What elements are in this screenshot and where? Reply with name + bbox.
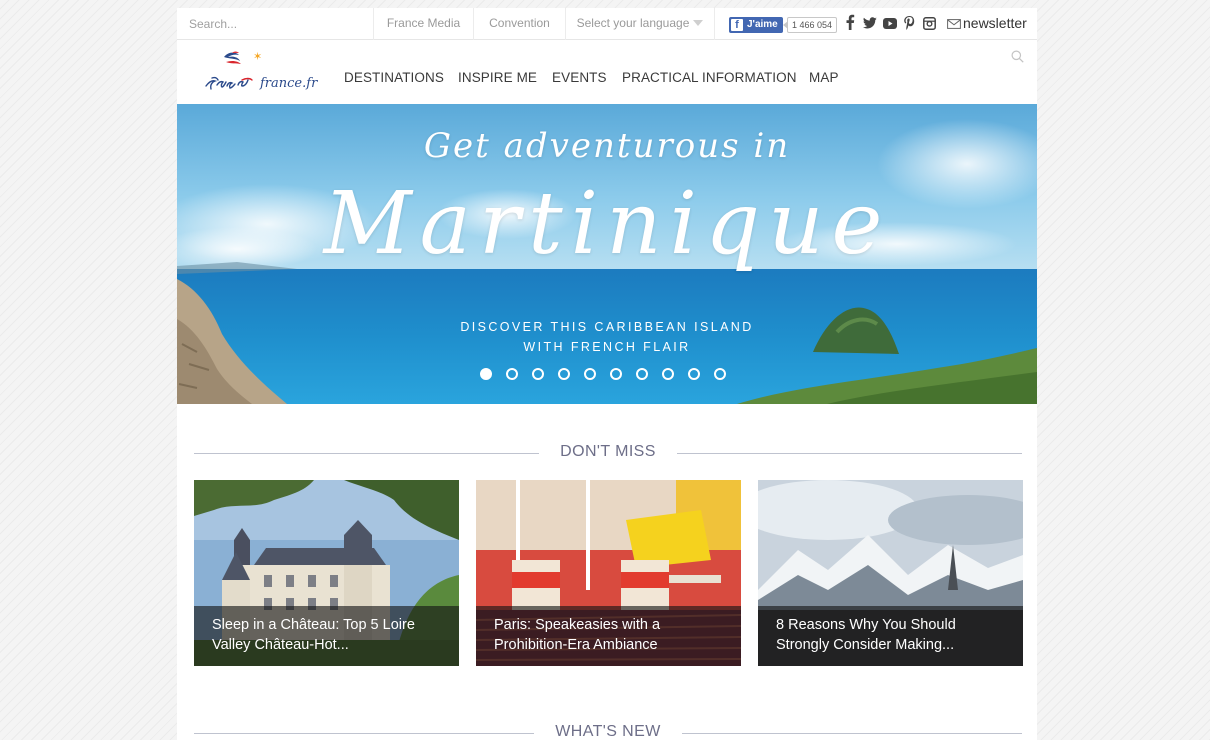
card-caption: 8 Reasons Why You Should Strongly Consid… — [758, 606, 1023, 666]
divider — [677, 453, 1022, 454]
facebook-icon[interactable] — [845, 14, 855, 33]
card-caption-line-1: Sleep in a Château: Top 5 Loire — [212, 617, 415, 633]
facebook-like-count: 1 466 054 — [782, 17, 838, 33]
carousel-dot[interactable] — [558, 368, 570, 380]
carousel-dot[interactable] — [584, 368, 596, 380]
carousel-dot[interactable] — [662, 368, 674, 380]
youtube-icon[interactable] — [883, 18, 897, 32]
instagram-icon[interactable] — [923, 17, 936, 33]
card-caption: Paris: Speakeasies with a Prohibition-Er… — [476, 606, 741, 666]
nav-item-map[interactable]: MAP — [809, 70, 839, 85]
hero-title: Martinique — [323, 174, 891, 274]
france-logo[interactable]: ✶ france.fr — [202, 48, 322, 98]
card-caption-line-1: 8 Reasons Why You Should — [776, 617, 956, 633]
card-caption-line-2: Strongly Consider Making... — [776, 637, 955, 653]
hero-carousel[interactable]: Get adventurous in Martinique DISCOVER T… — [177, 104, 1037, 404]
article-card[interactable]: Sleep in a Château: Top 5 Loire Valley C… — [194, 480, 459, 666]
carousel-dot[interactable] — [532, 368, 544, 380]
chevron-down-icon — [693, 20, 704, 26]
article-card[interactable]: 8 Reasons Why You Should Strongly Consid… — [758, 480, 1023, 666]
hero-subtitle-line-1: DISCOVER THIS CARIBBEAN ISLAND — [460, 320, 754, 334]
carousel-dot[interactable] — [636, 368, 648, 380]
carousel-dot[interactable] — [506, 368, 518, 380]
carousel-dot[interactable] — [688, 368, 700, 380]
nav-item-destinations[interactable]: DESTINATIONS — [344, 70, 444, 85]
search-input[interactable] — [177, 8, 373, 40]
main-navigation: ✶ france.fr DESTINATIONS INSPIRE ME EVEN… — [177, 40, 1037, 104]
hero-subtitle: DISCOVER THIS CARIBBEAN ISLAND WITH FREN… — [437, 317, 777, 357]
divider — [682, 733, 1022, 734]
france-media-link[interactable]: France Media — [373, 8, 473, 40]
hero-subtitle-line-2: WITH FRENCH FLAIR — [523, 340, 691, 354]
nav-item-practical-information[interactable]: PRACTICAL INFORMATION — [622, 70, 797, 85]
nav-item-events[interactable]: EVENTS — [552, 70, 607, 85]
utility-bar: France Media Convention Select your lang… — [177, 8, 1037, 40]
svg-text:✶: ✶ — [253, 50, 262, 63]
facebook-logo-icon: f — [731, 19, 743, 31]
language-select[interactable]: Select your language — [565, 8, 715, 40]
pinterest-icon[interactable] — [904, 16, 915, 33]
section-heading-whats-new: WHAT'S NEW — [194, 723, 1022, 740]
convention-link[interactable]: Convention — [473, 8, 565, 40]
card-caption: Sleep in a Château: Top 5 Loire Valley C… — [194, 606, 459, 666]
carousel-dot[interactable] — [480, 368, 492, 380]
section-title: DON'T MISS — [560, 443, 656, 460]
facebook-like-button[interactable]: f J'aime — [729, 17, 783, 33]
card-caption-line-1: Paris: Speakeasies with a — [494, 617, 661, 633]
page: France Media Convention Select your lang… — [177, 8, 1037, 740]
twitter-icon[interactable] — [862, 17, 877, 32]
logo-text: france.fr — [260, 76, 318, 91]
card-caption-line-2: Valley Château-Hot... — [212, 637, 349, 653]
language-select-label: Select your language — [576, 16, 690, 30]
section-title: WHAT'S NEW — [555, 723, 661, 740]
section-heading-dont-miss: DON'T MISS — [194, 443, 1022, 463]
search-icon[interactable] — [1011, 50, 1024, 68]
nav-item-inspire-me[interactable]: INSPIRE ME — [458, 70, 537, 85]
card-caption-line-2: Prohibition-Era Ambiance — [494, 637, 658, 653]
newsletter-label: newsletter — [963, 15, 1027, 31]
facebook-like-label: J'aime — [747, 19, 778, 30]
article-card[interactable]: Paris: Speakeasies with a Prohibition-Er… — [476, 480, 741, 666]
hero-tagline: Get adventurous in — [423, 126, 791, 166]
carousel-dot[interactable] — [714, 368, 726, 380]
newsletter-link[interactable]: newsletter — [947, 8, 1027, 40]
envelope-icon — [947, 19, 961, 29]
carousel-dot[interactable] — [610, 368, 622, 380]
